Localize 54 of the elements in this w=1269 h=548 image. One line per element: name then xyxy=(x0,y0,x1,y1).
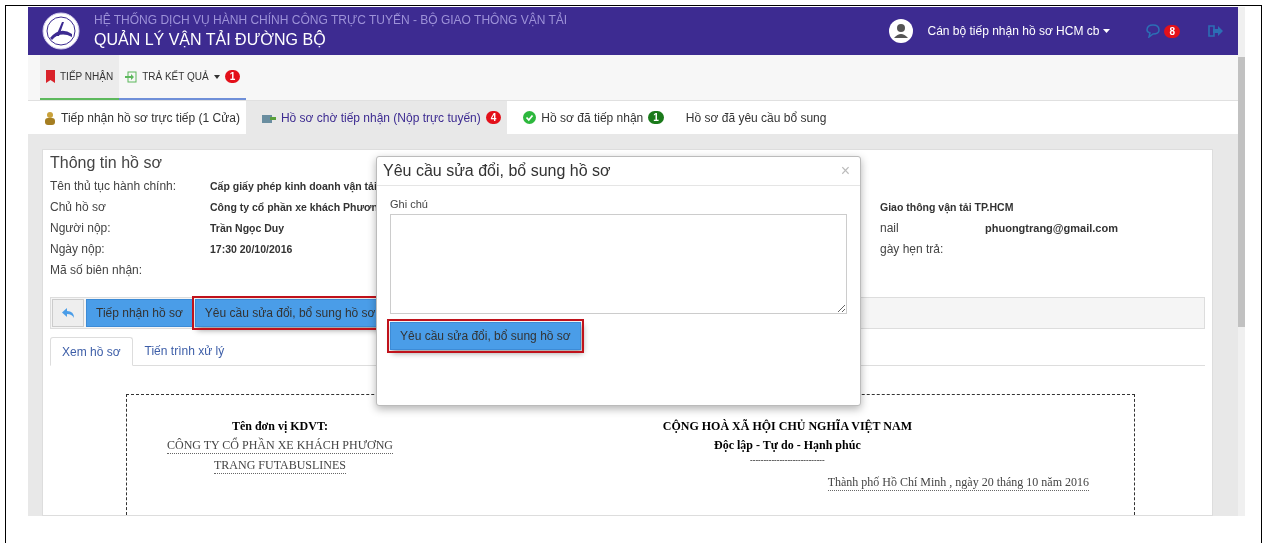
rule-text: ---------------------------- xyxy=(750,457,825,465)
note-label: Ghi chú xyxy=(390,198,429,210)
tab-label: Hồ sơ đã tiếp nhận xyxy=(541,110,644,125)
bookmark-icon xyxy=(46,70,55,83)
action-button[interactable]: Tiếp nhận hồ sơ xyxy=(86,299,193,327)
field-label: Người nộp: xyxy=(50,220,112,235)
card-title: Thông tin hồ sơ xyxy=(50,154,162,172)
field-value: phuongtrang@gmail.com xyxy=(985,221,1118,234)
tab[interactable]: Hồ sơ chờ tiếp nhận (Nộp trực tuyến) 4 xyxy=(245,101,508,134)
note-field[interactable] xyxy=(390,214,847,314)
undo-button[interactable] xyxy=(52,299,84,327)
nav-tab[interactable]: TIẾP NHẬN xyxy=(40,55,120,100)
scrollbar[interactable] xyxy=(1238,7,1245,516)
count-badge: 4 xyxy=(485,111,502,124)
motto: Độc lập - Tự do - Hạnh phúc xyxy=(714,438,861,453)
undo-icon xyxy=(61,307,75,319)
field-value: Giao thông vận tải TP.HCM xyxy=(880,200,1014,213)
field-label: Mã số biên nhận: xyxy=(50,262,144,277)
caret-icon xyxy=(213,74,220,79)
submit-button[interactable]: Yêu cầu sửa đổi, bổ sung hồ sơ xyxy=(390,322,581,350)
caret-icon xyxy=(1103,29,1111,33)
logout-icon[interactable] xyxy=(1208,24,1224,38)
tab-label: Tiếp nhận hồ sơ trực tiếp (1 Cửa) xyxy=(61,110,240,125)
message-count-badge: 8 xyxy=(1164,24,1180,38)
field-label: nail xyxy=(880,220,899,235)
field-label: gày hẹn trả: xyxy=(880,241,944,256)
tab-label: Hồ sơ đã yêu cầu bổ sung xyxy=(685,110,827,125)
field-label: Tên thủ tục hành chính: xyxy=(50,178,178,193)
avatar-icon[interactable] xyxy=(889,19,914,43)
field-label: Ngày nộp: xyxy=(50,241,106,256)
field-value: Trần Ngọc Duy xyxy=(210,221,285,234)
field-value: 17:30 20/10/2016 xyxy=(210,242,293,255)
company-name-line: CÔNG TY CỔ PHẦN XE KHÁCH PHƯƠNG xyxy=(167,438,393,454)
nav-label: TRẢ KẾT QUẢ xyxy=(142,71,209,82)
field-label: Chủ hồ sơ xyxy=(50,199,107,214)
enter-icon xyxy=(125,70,138,83)
nav-label: TIẾP NHẬN xyxy=(60,71,114,82)
tab-label: Hồ sơ chờ tiếp nhận (Nộp trực tuyến) xyxy=(280,110,481,125)
user-menu[interactable]: Cán bộ tiếp nhận hồ sơ HCM cb xyxy=(927,24,1111,38)
app-title: QUẢN LÝ VẬN TẢI ĐƯỜNG BỘ xyxy=(94,31,327,49)
logo-icon xyxy=(42,12,80,50)
unit-label: Tên đơn vị KDVT: xyxy=(231,419,329,434)
dialog-title: Yêu cầu sửa đổi, bổ sung hồ sơ xyxy=(383,162,611,180)
company-name-line: TRANG FUTABUSLINES xyxy=(213,458,346,474)
view-tab[interactable]: Xem hồ sơ xyxy=(50,337,133,366)
check-icon xyxy=(523,111,537,124)
count-badge: 1 xyxy=(648,111,664,124)
view-tab[interactable]: Tiến trình xử lý xyxy=(132,337,237,365)
count-badge: 1 xyxy=(224,70,241,83)
nation-heading: CỘNG HOÀ XÃ HỘI CHỦ NGHĨA VIỆT NAM xyxy=(662,419,912,434)
field-value: Cấp giấy phép kinh doanh vận tải xyxy=(210,179,377,192)
place-date: Thành phố Hồ Chí Minh , ngày 20 tháng 10 năm 2016 xyxy=(827,475,1089,491)
system-subtitle: HỆ THỐNG DỊCH VỤ HÀNH CHÍNH CÔNG TRỰC TUYẾN - BỘ GIAO THÔNG VẬN TẢI xyxy=(94,13,569,27)
person-icon xyxy=(44,110,56,125)
